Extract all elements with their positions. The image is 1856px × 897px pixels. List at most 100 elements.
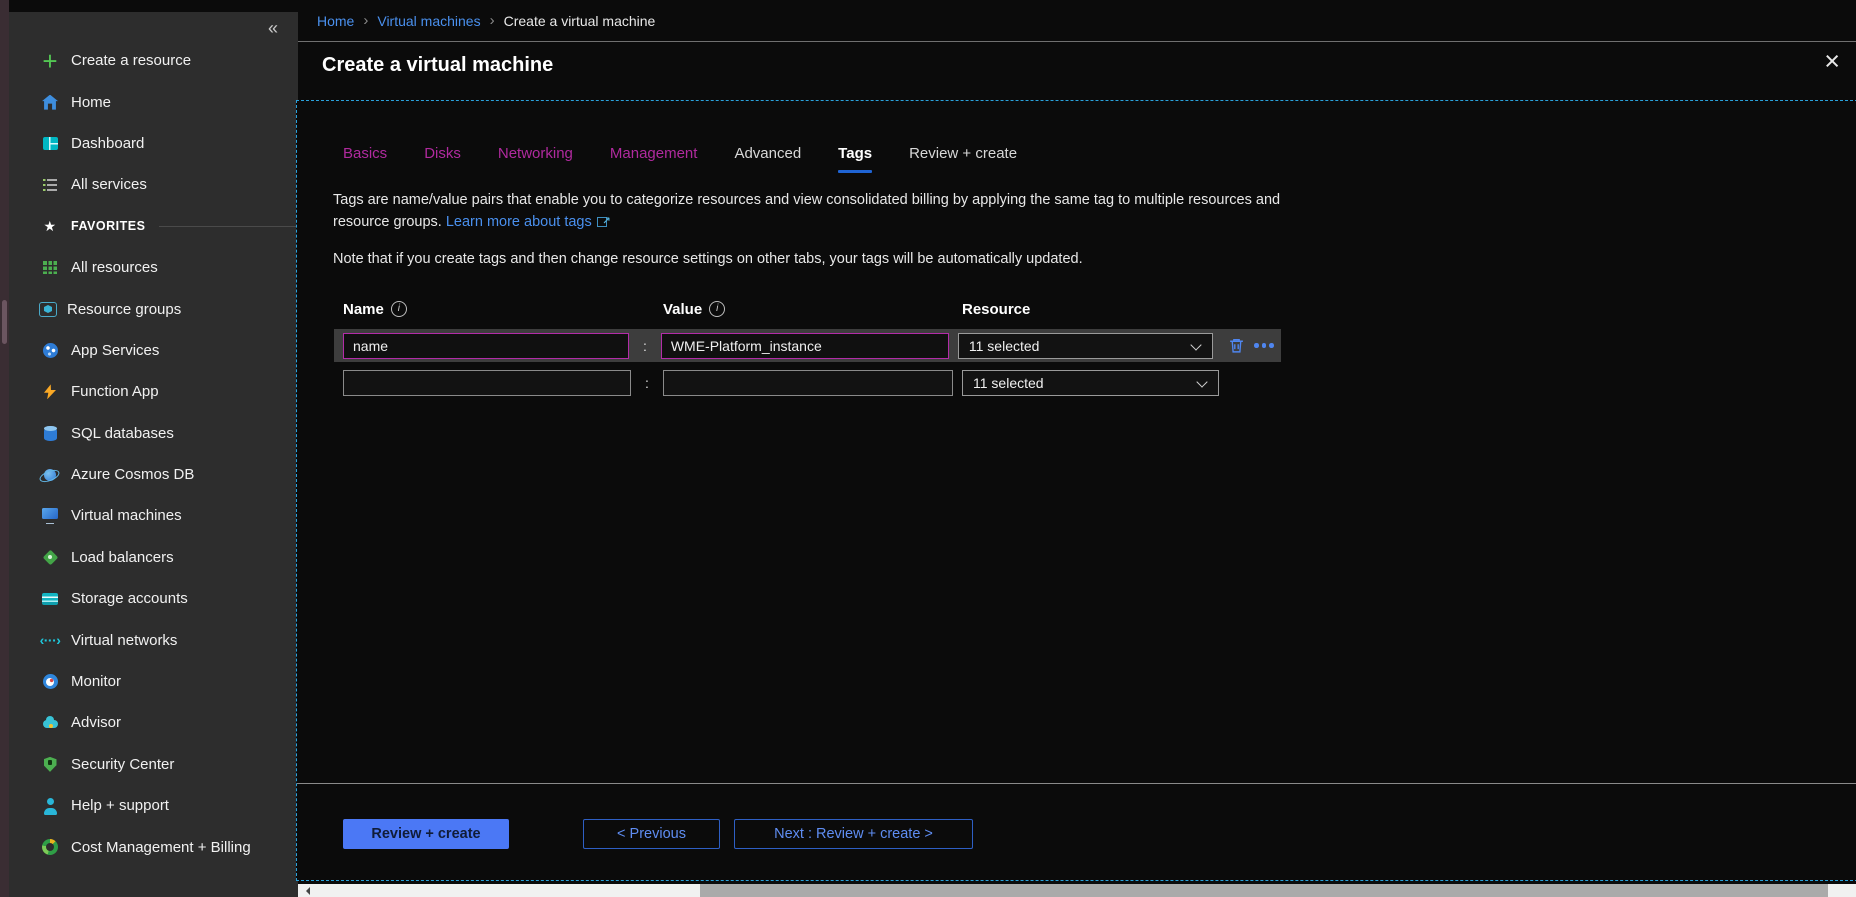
tags-description: Tags are name/value pairs that enable yo… [333, 189, 1285, 233]
tab-label: Networking [498, 145, 573, 162]
dashboard-icon [39, 133, 61, 153]
sidebar-item-all-resources[interactable]: All resources [9, 247, 298, 288]
collapse-sidebar-icon[interactable] [264, 14, 282, 43]
edge-scroll-indicator [2, 300, 7, 344]
virtual-machines-icon [39, 506, 61, 526]
sidebar-item-label: Function App [71, 383, 159, 400]
tab-review-create[interactable]: Review + create [909, 145, 1017, 173]
tab-networking[interactable]: Networking [498, 145, 573, 173]
tab-label: Review + create [909, 145, 1017, 162]
tags-table-header: Name Value Resource [334, 297, 1856, 321]
tag-row-2: : 11 selected [334, 368, 1281, 398]
tab-label: Tags [838, 145, 872, 162]
sidebar-item-advisor[interactable]: Advisor [9, 702, 298, 743]
tag-value-input[interactable] [663, 370, 953, 396]
previous-button[interactable]: < Previous [583, 819, 720, 849]
breadcrumb-home-link[interactable]: Home [317, 13, 354, 29]
tab-label: Basics [343, 145, 387, 162]
chevron-down-icon [1196, 376, 1207, 387]
sidebar-item-dashboard[interactable]: Dashboard [9, 123, 298, 164]
resource-dropdown-value: 11 selected [973, 375, 1044, 391]
sidebar-item-azure-cosmos-db[interactable]: Azure Cosmos DB [9, 454, 298, 495]
tab-management[interactable]: Management [610, 145, 698, 173]
virtual-networks-icon [39, 630, 61, 650]
tab-disks[interactable]: Disks [424, 145, 461, 173]
page-header: Create a virtual machine [298, 42, 1856, 99]
tag-name-input[interactable] [343, 370, 631, 396]
app-services-icon [39, 340, 61, 360]
sidebar-item-app-services[interactable]: App Services [9, 330, 298, 371]
more-options-icon[interactable] [1251, 336, 1277, 356]
sidebar-item-label: Virtual networks [71, 632, 177, 649]
sidebar-item-label: Security Center [71, 756, 174, 773]
sidebar-item-label: Storage accounts [71, 590, 188, 607]
learn-more-link[interactable]: Learn more about tags [446, 214, 592, 230]
sidebar-item-label: Dashboard [71, 135, 144, 152]
sidebar-item-label: All services [71, 176, 147, 193]
info-icon[interactable] [709, 301, 725, 317]
sql-databases-icon [39, 423, 61, 443]
sidebar-item-home[interactable]: Home [9, 81, 298, 122]
storage-accounts-icon [39, 589, 61, 609]
footer-divider [297, 783, 1856, 784]
sidebar-item-security-center[interactable]: Security Center [9, 744, 298, 785]
page-title: Create a virtual machine [298, 42, 1856, 77]
sidebar-item-label: Virtual machines [71, 507, 182, 524]
tab-tags[interactable]: Tags [838, 145, 872, 173]
tab-basics[interactable]: Basics [343, 145, 387, 173]
cost-management-icon [39, 837, 61, 857]
sidebar-item-load-balancers[interactable]: Load balancers [9, 537, 298, 578]
close-icon[interactable] [1818, 46, 1846, 77]
security-shield-icon [39, 754, 61, 774]
sidebar-item-virtual-networks[interactable]: Virtual networks [9, 619, 298, 660]
resource-dropdown-value: 11 selected [969, 338, 1040, 354]
next-button[interactable]: Next : Review + create > [734, 819, 973, 849]
sidebar-item-storage-accounts[interactable]: Storage accounts [9, 578, 298, 619]
sidebar-item-label: Advisor [71, 714, 121, 731]
sidebar-item-label: Azure Cosmos DB [71, 466, 194, 483]
column-header-name: Name [343, 301, 663, 318]
tag-name-input[interactable] [343, 333, 629, 359]
sidebar-item-cost-management-billing[interactable]: Cost Management + Billing [9, 826, 298, 867]
tags-note: Note that if you create tags and then ch… [333, 251, 1856, 267]
sidebar-item-sql-databases[interactable]: SQL databases [9, 413, 298, 454]
horizontal-scrollbar[interactable] [298, 884, 1856, 897]
header-value-label: Value [663, 301, 702, 318]
favorites-divider [159, 226, 298, 227]
column-header-resource: Resource [962, 301, 1030, 318]
azure-portal-window: { "sidebar": { "favorites_label": "FAVOR… [0, 0, 1856, 897]
sidebar-item-help-support[interactable]: Help + support [9, 785, 298, 826]
column-header-value: Value [663, 301, 962, 318]
chevron-right-icon [481, 12, 504, 29]
tab-label: Advanced [734, 145, 801, 162]
function-app-icon [39, 382, 61, 402]
chevron-down-icon [1191, 339, 1202, 350]
resource-dropdown[interactable]: 11 selected [958, 333, 1213, 359]
sidebar: Create a resource Home Dashboard All ser… [9, 12, 298, 897]
wizard-tabs: Basics Disks Networking Management Advan… [343, 145, 1856, 173]
sidebar-item-monitor[interactable]: Monitor [9, 661, 298, 702]
info-icon[interactable] [391, 301, 407, 317]
sidebar-item-all-services[interactable]: All services [9, 164, 298, 205]
sidebar-item-virtual-machines[interactable]: Virtual machines [9, 495, 298, 536]
star-icon [39, 216, 61, 236]
delete-tag-icon[interactable] [1226, 336, 1246, 356]
help-support-icon [39, 796, 61, 816]
header-name-label: Name [343, 301, 384, 318]
create-vm-pane: Basics Disks Networking Management Advan… [296, 100, 1856, 881]
tag-value-input[interactable] [661, 333, 949, 359]
sidebar-item-function-app[interactable]: Function App [9, 371, 298, 412]
plus-icon [39, 51, 61, 71]
breadcrumb: Home Virtual machines Create a virtual m… [298, 0, 1856, 42]
resource-groups-icon [39, 302, 57, 317]
breadcrumb-virtual-machines-link[interactable]: Virtual machines [377, 13, 480, 29]
tab-advanced[interactable]: Advanced [734, 145, 801, 173]
scrollbar-thumb[interactable] [700, 884, 1828, 897]
resource-dropdown[interactable]: 11 selected [962, 370, 1219, 396]
sidebar-item-create-a-resource[interactable]: Create a resource [9, 40, 298, 81]
external-link-icon [597, 215, 609, 227]
review-create-button[interactable]: Review + create [343, 819, 509, 849]
tags-table: Name Value Resource : 11 selected : 11 s… [334, 297, 1856, 398]
scroll-left-arrow-icon[interactable] [302, 887, 310, 895]
sidebar-item-resource-groups[interactable]: Resource groups [9, 288, 298, 329]
